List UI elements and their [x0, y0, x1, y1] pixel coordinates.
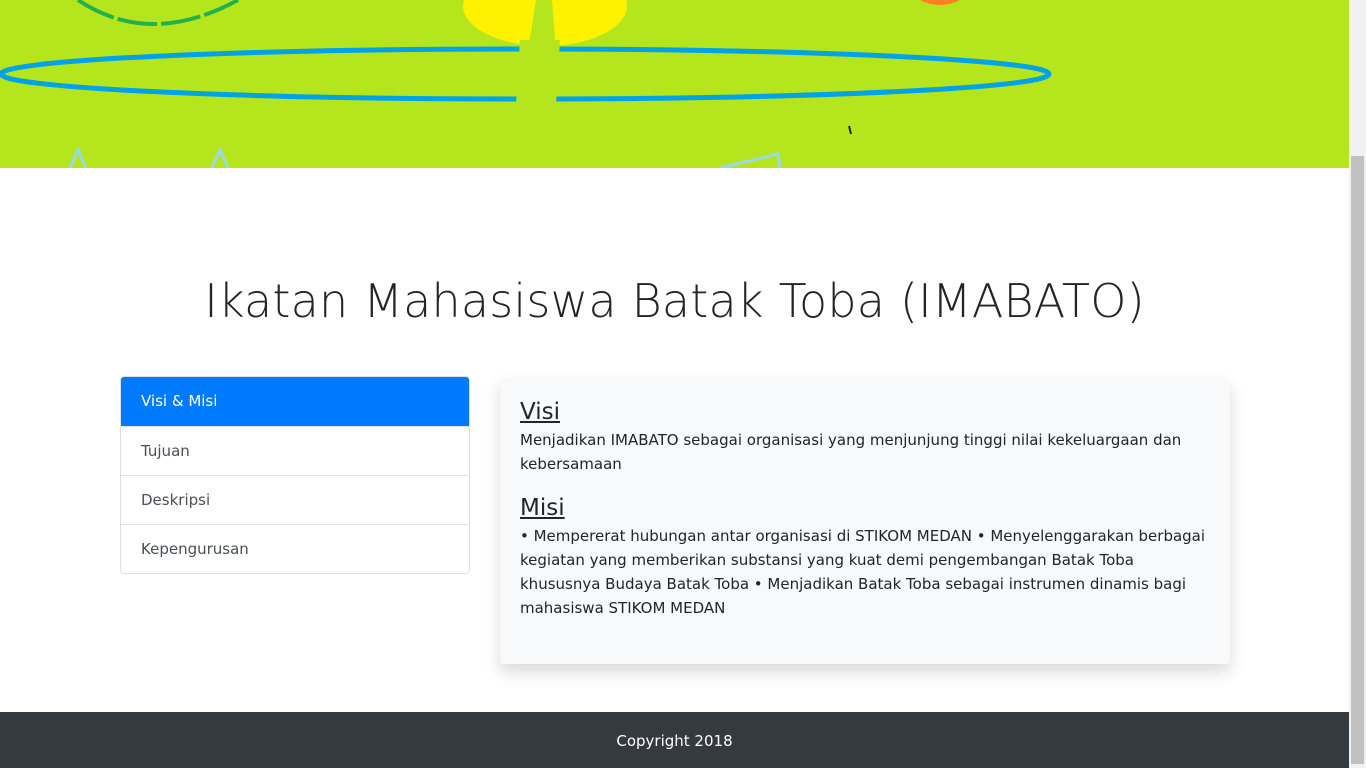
hero-banner [0, 0, 1349, 168]
scrollbar-thumb[interactable] [1351, 156, 1364, 764]
content-card: Visi Menjadikan IMABATO sebagai organisa… [500, 378, 1230, 664]
sidebar-item-deskripsi[interactable]: Deskripsi [121, 475, 469, 524]
copyright-text: Copyright 2018 [616, 732, 733, 750]
misi-text: • Mempererat hubungan antar organisasi d… [520, 527, 1206, 617]
page-scrollbar[interactable] [1349, 0, 1366, 768]
sidebar-item-visi-misi[interactable]: Visi & Misi [121, 377, 469, 426]
misi-heading: Misi [520, 495, 565, 521]
footer: Copyright 2018 [0, 712, 1349, 768]
hero-illustration [0, 0, 1349, 168]
sidebar-list: Visi & Misi Tujuan Deskripsi Kepengurusa… [120, 376, 470, 574]
page-title: Ikatan Mahasiswa Batak Toba (IMABATO) [204, 274, 1145, 328]
sidebar-item-kepengurusan[interactable]: Kepengurusan [121, 524, 469, 573]
visi-heading: Visi [520, 399, 560, 425]
page-viewport: Ikatan Mahasiswa Batak Toba (IMABATO) Vi… [0, 0, 1349, 768]
visi-text: Menjadikan IMABATO sebagai organisasi ya… [520, 431, 1182, 473]
sidebar-item-tujuan[interactable]: Tujuan [121, 426, 469, 475]
